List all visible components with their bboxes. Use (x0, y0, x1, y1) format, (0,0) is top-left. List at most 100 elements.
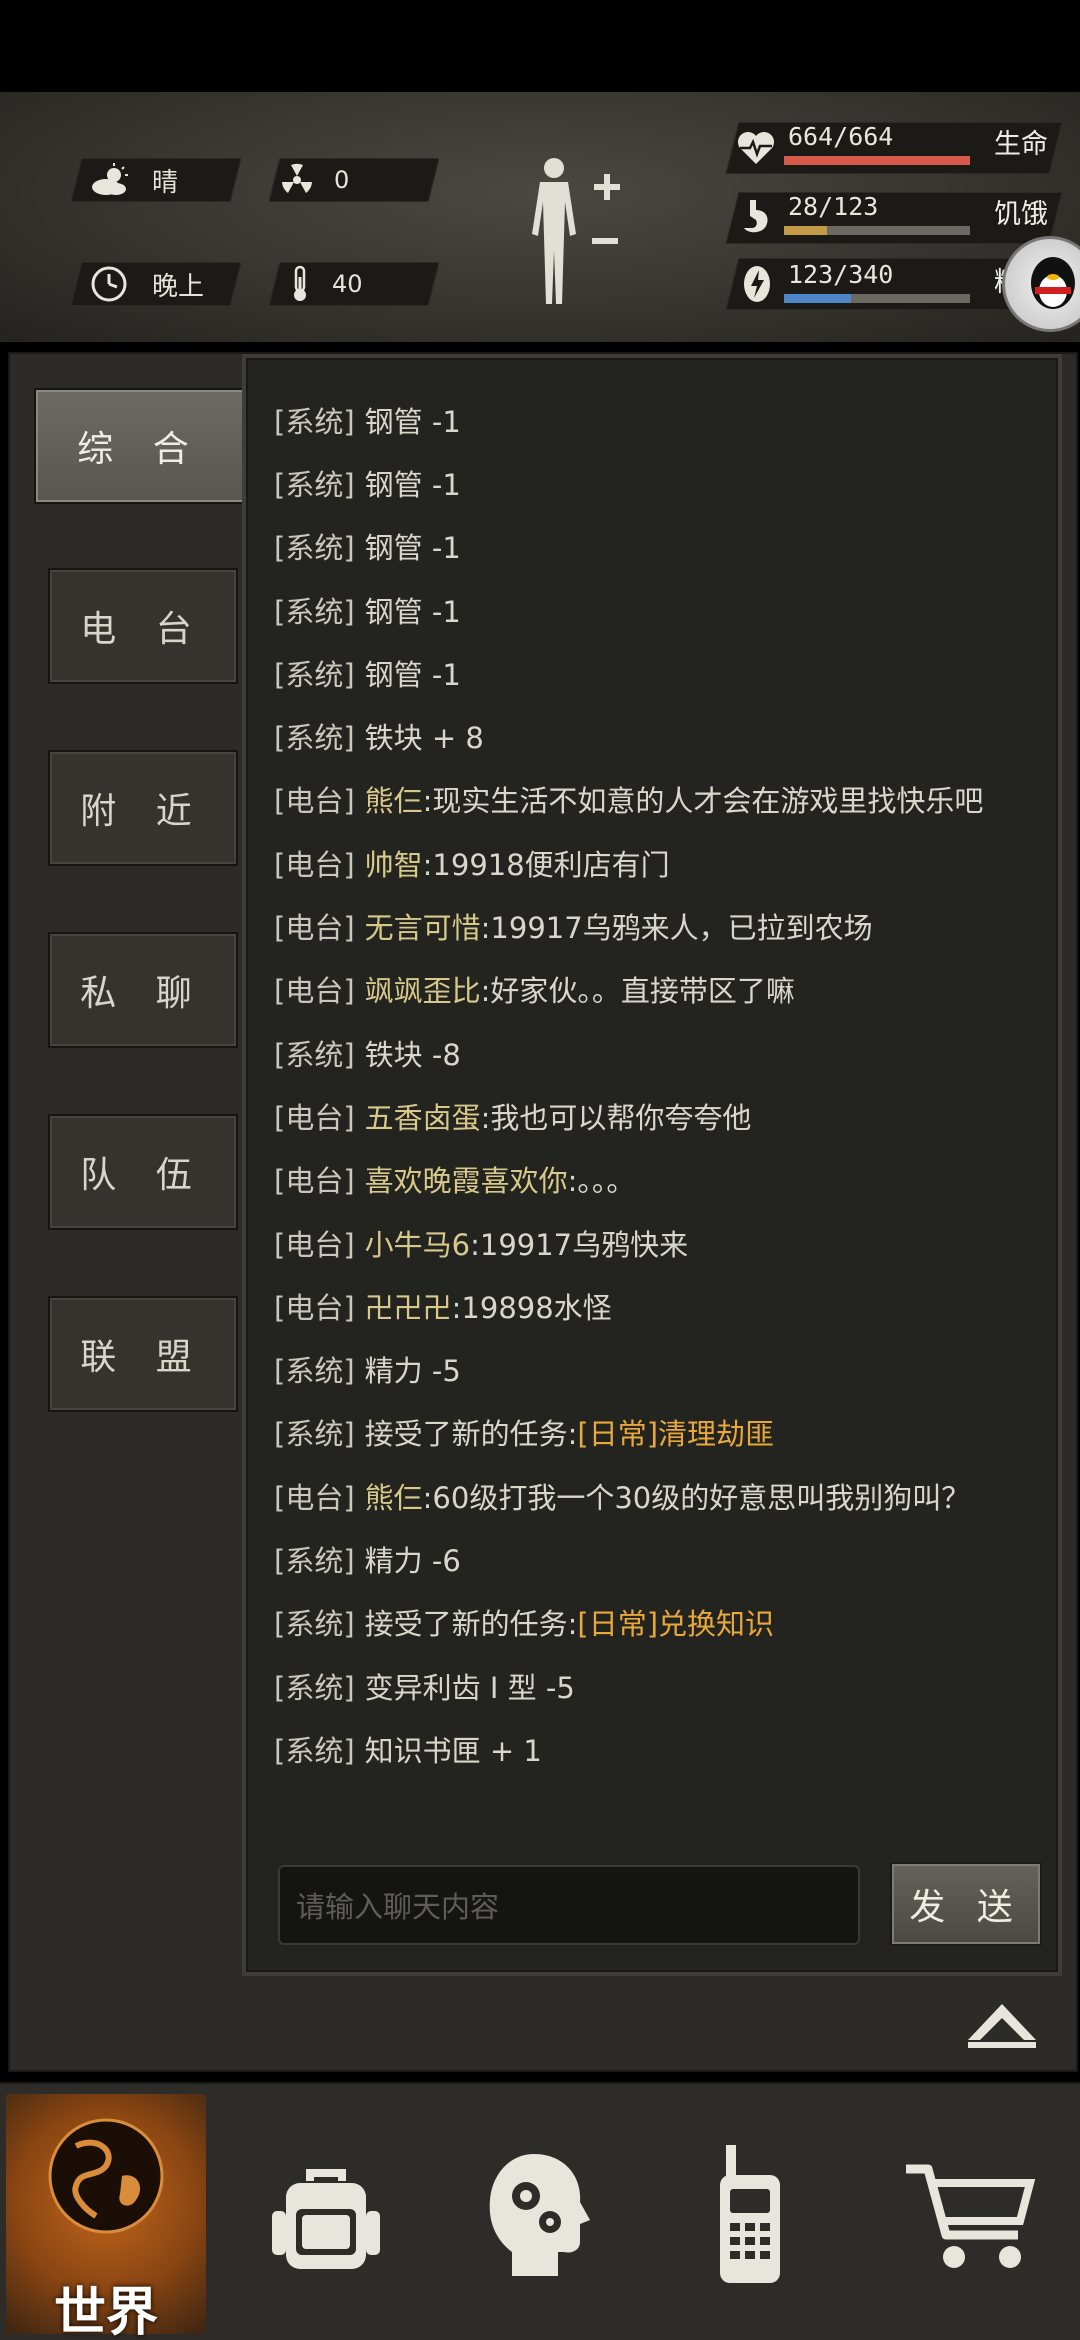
chat-message-text: 精力 -6 (364, 1543, 461, 1578)
chat-message-list[interactable]: [系统] 钢管 -1 [系统] 钢管 -1 [系统] 钢管 -1 [系统] 钢管 -1 [系统]… (274, 388, 1034, 1858)
radiation-icon (282, 163, 312, 193)
chat-message: [系统] 钢管 -1 (274, 641, 1034, 704)
chat-message: [系统] 变异利齿 Ⅰ 型 -5 (274, 1654, 1034, 1717)
chat-message-text: :现实生活不如意的人才会在游戏里找快乐吧 (422, 784, 984, 819)
energy-icon (744, 266, 770, 302)
chat-sender-name[interactable]: 无言可惜 (365, 905, 481, 947)
nav-backpack[interactable] (226, 2094, 426, 2334)
chat-sender-name[interactable]: 熊仨 (365, 778, 423, 820)
nav-world[interactable]: 世界 (6, 2094, 206, 2340)
chat-channel-tag: [系统] (274, 1354, 355, 1389)
stomach-icon (744, 200, 768, 233)
nav-radio[interactable] (650, 2094, 850, 2334)
chat-sender-name[interactable]: 喜欢晚霞喜欢你 (365, 1158, 568, 1200)
chat-message-text: 接受了新的任务: (364, 1417, 578, 1452)
chat-quest-name: [日常]兑换知识 (577, 1607, 775, 1642)
chat-message: [电台] 喜欢晚霞喜欢你:。。。 (274, 1148, 1034, 1211)
chat-quest-name: [日常]清理劫匪 (577, 1417, 775, 1452)
chat-sender-name[interactable]: 飒飒歪比 (365, 968, 481, 1010)
chat-message: [系统] 钢管 -1 (274, 515, 1034, 578)
chat-channel-tag: [电台] (274, 1480, 355, 1515)
time-of-day-text: 晚上 (152, 271, 205, 302)
body-figure-icon (532, 158, 620, 304)
chat-channel-tag: [系统] (274, 657, 355, 692)
chat-message: [系统] 接受了新的任务: [日常]兑换知识 (274, 1591, 1034, 1654)
thermometer-icon (294, 265, 306, 301)
chat-sender-name[interactable]: 卍卍卍 (365, 1285, 452, 1327)
chat-message-text: 钢管 -1 (364, 531, 461, 566)
chat-message: [系统] 精力 -6 (274, 1527, 1034, 1590)
shop-cart-icon (906, 2164, 1036, 2268)
chat-channel-tag: [系统] (274, 594, 355, 629)
tab-general[interactable]: 综 合 (34, 388, 246, 504)
chat-message-text: :19918便利店有门 (422, 847, 670, 882)
backpack-icon (272, 2169, 380, 2269)
chat-sender-name[interactable]: 五香卤蛋 (365, 1095, 481, 1137)
chat-channel-tag: [系统] (274, 1417, 355, 1452)
tab-nearby[interactable]: 附 近 (48, 750, 238, 866)
chat-channel-tag: [电台] (274, 847, 355, 882)
chat-message: [系统] 知识书匣 + 1 (274, 1717, 1034, 1780)
chat-message-text: 钢管 -1 (364, 467, 461, 502)
status-bar (0, 0, 1080, 92)
chat-message-text: 接受了新的任务: (364, 1607, 578, 1642)
floating-penguin-button[interactable] (1002, 236, 1080, 332)
chat-message-text: 铁块 -8 (364, 1037, 461, 1072)
energy-bar (784, 294, 970, 303)
send-button[interactable]: 发 送 (890, 1862, 1042, 1946)
chat-message-text: 钢管 -1 (364, 657, 461, 692)
chat-message-text: 知识书匣 + 1 (364, 1733, 542, 1768)
chat-channel-tag: [系统] (274, 1733, 355, 1768)
chat-input[interactable]: 请输入聊天内容 (278, 1865, 860, 1945)
chat-message: [电台] 五香卤蛋:我也可以帮你夸夸他 (274, 1084, 1034, 1147)
temperature-value: 40 (332, 270, 363, 298)
collapse-chat-button[interactable] (966, 2000, 1038, 2050)
chat-sender-name[interactable]: 小牛马6 (365, 1222, 470, 1264)
chat-message: [系统] 精力 -5 (274, 1337, 1034, 1400)
chat-message-text: :19917乌鸦来人，已拉到农场 (480, 911, 873, 946)
chat-message: [电台] 小牛马6:19917乌鸦快来 (274, 1211, 1034, 1274)
energy-value: 123/340 (788, 260, 894, 289)
chat-channel-tag: [电台] (274, 1100, 355, 1135)
tab-team[interactable]: 队 伍 (48, 1114, 238, 1230)
weather-sunny-icon (92, 163, 128, 195)
chat-message: [电台] 无言可惜:19917乌鸦来人，已拉到农场 (274, 894, 1034, 957)
chat-message: [电台] 卍卍卍:19898水怪 (274, 1274, 1034, 1337)
chat-channel-tag: [系统] (274, 1543, 355, 1578)
chat-channel-tag: [系统] (274, 1037, 355, 1072)
chat-message-text: 钢管 -1 (364, 594, 461, 629)
chat-message-text: 精力 -5 (364, 1354, 461, 1389)
hunger-bar (784, 226, 970, 235)
nav-shop[interactable] (870, 2094, 1070, 2334)
tab-alliance[interactable]: 联 盟 (48, 1296, 238, 1412)
chat-channel-tag: [电台] (274, 911, 355, 946)
chat-message-text: :。。。 (567, 1164, 636, 1199)
chat-message-text: :我也可以帮你夸夸他 (480, 1100, 752, 1135)
chat-sender-name[interactable]: 熊仨 (365, 1475, 423, 1517)
tab-private[interactable]: 私 聊 (48, 932, 238, 1048)
chat-sender-name[interactable]: 帅智 (365, 842, 423, 884)
chat-message-text: 铁块 + 8 (364, 721, 484, 756)
chat-message: [系统] 铁块 + 8 (274, 704, 1034, 767)
chat-panel: [系统] 钢管 -1 [系统] 钢管 -1 [系统] 钢管 -1 [系统] 钢管 -1 [系统]… (242, 354, 1062, 1976)
chat-message: [电台] 飒飒歪比:好家伙。。直接带区了嘛 (274, 958, 1034, 1021)
health-label: 生命 (994, 129, 1048, 160)
chat-message-text: :好家伙。。直接带区了嘛 (480, 974, 795, 1009)
chat-channel-tag: [电台] (274, 1227, 355, 1262)
tab-radio[interactable]: 电 台 (48, 568, 238, 684)
character-status-button[interactable] (520, 154, 630, 314)
chat-channel-tag: [系统] (274, 531, 355, 566)
chat-channel-tag: [电台] (274, 974, 355, 1009)
chat-channel-tag: [系统] (274, 1670, 355, 1705)
chat-channel-tag: [系统] (274, 404, 355, 439)
chat-message-text: 钢管 -1 (364, 404, 461, 439)
chevron-up-icon (968, 2004, 1036, 2048)
hunger-value: 28/123 (788, 192, 879, 221)
chat-message: [系统] 钢管 -1 (274, 388, 1034, 451)
world-globe-icon (48, 2118, 164, 2234)
nav-skills[interactable] (438, 2094, 638, 2334)
chat-message: [电台] 帅智:19918便利店有门 (274, 831, 1034, 894)
weather-text: 晴 (152, 167, 179, 198)
skills-head-icon (489, 2154, 590, 2276)
radio-icon (720, 2145, 780, 2283)
